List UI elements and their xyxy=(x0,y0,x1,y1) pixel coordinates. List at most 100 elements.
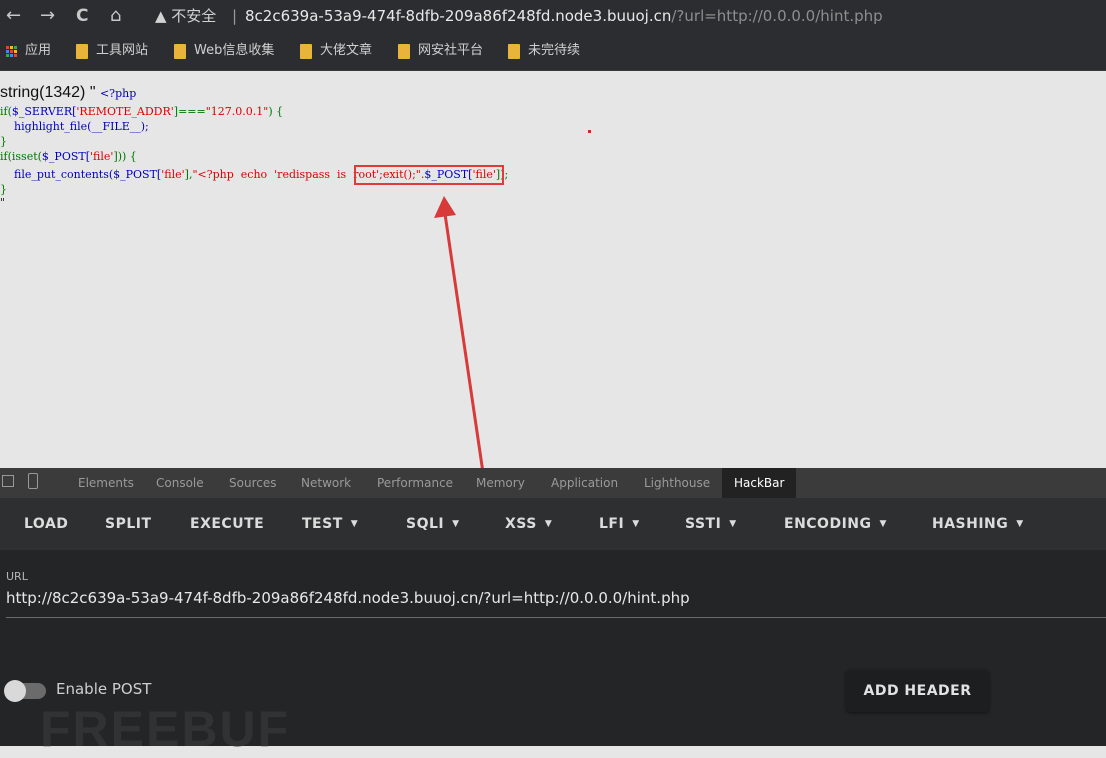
code-token: $_POST[ xyxy=(41,150,91,163)
url-label: URL xyxy=(6,570,28,583)
caret-down-icon: ▼ xyxy=(729,519,737,529)
bookmark-label: Web信息收集 xyxy=(194,43,275,58)
folder-icon xyxy=(398,43,410,59)
code-token: 'file' xyxy=(90,150,114,163)
code-token: "127.0.0.1" xyxy=(205,105,269,118)
caret-down-icon: ▼ xyxy=(879,519,887,529)
lfi-menu-button[interactable]: LFI ▼ xyxy=(599,514,640,534)
code-token: $_POST[ xyxy=(113,168,162,181)
stray-dot xyxy=(588,130,591,133)
toggle-knob xyxy=(4,680,26,702)
reload-icon[interactable]: C xyxy=(76,3,88,29)
caret-down-icon: ▼ xyxy=(452,519,460,529)
code-token: 'REMOTE_ADDR' xyxy=(76,105,174,118)
bookmark-label: 网安社平台 xyxy=(418,43,484,58)
execute-button[interactable]: EXECUTE xyxy=(190,514,264,534)
folder-icon xyxy=(76,43,88,59)
apps-grid-icon xyxy=(6,45,17,57)
tab-performance[interactable]: Performance xyxy=(377,475,453,491)
bookmark-label: 未完待续 xyxy=(528,43,581,58)
dump-prefix: string(1342) " xyxy=(0,84,100,101)
code-line-3: highlight_file(__FILE__); xyxy=(0,120,149,133)
bookmark-item[interactable]: Web信息收集 xyxy=(174,41,274,61)
code-token: $_SERVER[ xyxy=(11,105,77,118)
home-icon[interactable]: ⌂ xyxy=(110,3,121,29)
url-separator: | xyxy=(232,7,238,25)
caret-down-icon: ▼ xyxy=(544,519,553,529)
forward-icon[interactable]: → xyxy=(40,3,55,29)
menu-label: SSTI xyxy=(685,516,722,532)
folder-icon xyxy=(300,43,312,59)
url-host: 8c2c639a-53a9-474f-8dfb-209a86f248fd.nod… xyxy=(245,7,672,25)
menu-label: TEST xyxy=(302,516,343,532)
url-underline xyxy=(6,617,1106,618)
split-button[interactable]: SPLIT xyxy=(105,514,152,534)
tab-application[interactable]: Application xyxy=(551,475,618,491)
menu-label: LFI xyxy=(599,516,625,532)
back-icon[interactable]: ← xyxy=(6,3,21,29)
code-token: ])) { xyxy=(113,150,137,163)
url-path: /?url=http://0.0.0.0/hint.php xyxy=(671,7,883,25)
device-toolbar-icon[interactable] xyxy=(28,473,38,489)
page-content: string(1342) " <?php if($_SERVER['REMOTE… xyxy=(0,71,1106,468)
load-button[interactable]: LOAD xyxy=(24,514,68,534)
bookmark-apps[interactable]: 应用 xyxy=(6,41,51,61)
folder-icon xyxy=(508,43,520,59)
watermark: FREEBUF xyxy=(40,701,291,757)
tab-elements[interactable]: Elements xyxy=(78,475,134,491)
encoding-menu-button[interactable]: ENCODING ▼ xyxy=(784,514,887,534)
highlight-box xyxy=(354,165,504,185)
tab-sources[interactable]: Sources xyxy=(229,475,276,491)
menu-label: SQLI xyxy=(406,516,445,532)
code-line-2: if($_SERVER['REMOTE_ADDR']==="127.0.0.1"… xyxy=(0,105,283,119)
security-warning[interactable]: ▲ 不安全 xyxy=(155,4,216,28)
hackbar-toolbar: LOAD SPLIT EXECUTE TEST ▼ SQLI ▼ XSS ▼ LFI ▼… xyxy=(0,498,1106,550)
code-token: 'file' xyxy=(161,168,185,181)
url-input[interactable]: http://8c2c639a-53a9-474f-8dfb-209a86f24… xyxy=(6,589,690,607)
bookmark-label: 工具网站 xyxy=(96,43,149,58)
tab-network[interactable]: Network xyxy=(301,475,351,491)
hashing-menu-button[interactable]: HASHING ▼ xyxy=(932,514,1024,534)
folder-icon xyxy=(174,43,186,59)
omnibox-url[interactable]: 8c2c639a-53a9-474f-8dfb-209a86f248fd.nod… xyxy=(245,4,883,28)
enable-post-toggle[interactable] xyxy=(4,680,46,702)
address-bar: ← → C ⌂ ▲ 不安全 | 8c2c639a-53a9-474f-8dfb-… xyxy=(0,0,1106,33)
bookmarks-bar: 应用 工具网站 Web信息收集 大佬文章 网安社平台 未完待续 xyxy=(0,33,1106,71)
code-token: if(isset( xyxy=(0,150,42,163)
enable-post-label: Enable POST xyxy=(56,680,152,698)
php-open-tag: <?php xyxy=(99,87,137,100)
caret-down-icon: ▼ xyxy=(1016,519,1024,529)
hackbar-url-panel: FREEBUF URL http://8c2c639a-53a9-474f-8d… xyxy=(0,550,1106,757)
code-line-1: string(1342) " <?php xyxy=(0,83,136,104)
bookmark-label: 应用 xyxy=(25,43,52,58)
tab-lighthouse[interactable]: Lighthouse xyxy=(644,475,710,491)
code-line-8: " xyxy=(0,196,6,209)
code-line-5: if(isset($_POST['file'])) { xyxy=(0,150,137,164)
code-line-7: } xyxy=(0,183,7,196)
inspect-element-icon[interactable] xyxy=(2,475,14,487)
bookmark-item[interactable]: 网安社平台 xyxy=(398,41,483,61)
tab-console[interactable]: Console xyxy=(156,475,204,491)
caret-down-icon: ▼ xyxy=(350,519,359,529)
ssti-menu-button[interactable]: SSTI ▼ xyxy=(685,514,737,534)
code-token: ]=== xyxy=(173,105,206,118)
menu-label: ENCODING xyxy=(784,516,872,532)
sqli-menu-button[interactable]: SQLI ▼ xyxy=(406,514,460,534)
bookmark-label: 大佬文章 xyxy=(320,43,373,58)
add-header-button[interactable]: ADD HEADER xyxy=(846,670,989,712)
menu-label: XSS xyxy=(505,516,537,532)
caret-down-icon: ▼ xyxy=(632,519,640,529)
menu-label: HASHING xyxy=(932,516,1009,532)
test-menu-button[interactable]: TEST ▼ xyxy=(302,514,358,534)
devtools-tabbar: Elements Console Sources Network Perform… xyxy=(0,468,1106,498)
tab-hackbar[interactable]: HackBar xyxy=(722,468,797,498)
bookmark-item[interactable]: 工具网站 xyxy=(76,41,148,61)
bookmark-item[interactable]: 未完待续 xyxy=(508,41,580,61)
tab-memory[interactable]: Memory xyxy=(476,475,525,491)
bookmark-item[interactable]: 大佬文章 xyxy=(300,41,372,61)
code-line-4: } xyxy=(0,135,7,148)
code-token: file_put_contents( xyxy=(0,168,114,181)
code-token: if( xyxy=(0,105,12,118)
code-token: ) { xyxy=(268,105,284,118)
xss-menu-button[interactable]: XSS ▼ xyxy=(505,514,552,534)
